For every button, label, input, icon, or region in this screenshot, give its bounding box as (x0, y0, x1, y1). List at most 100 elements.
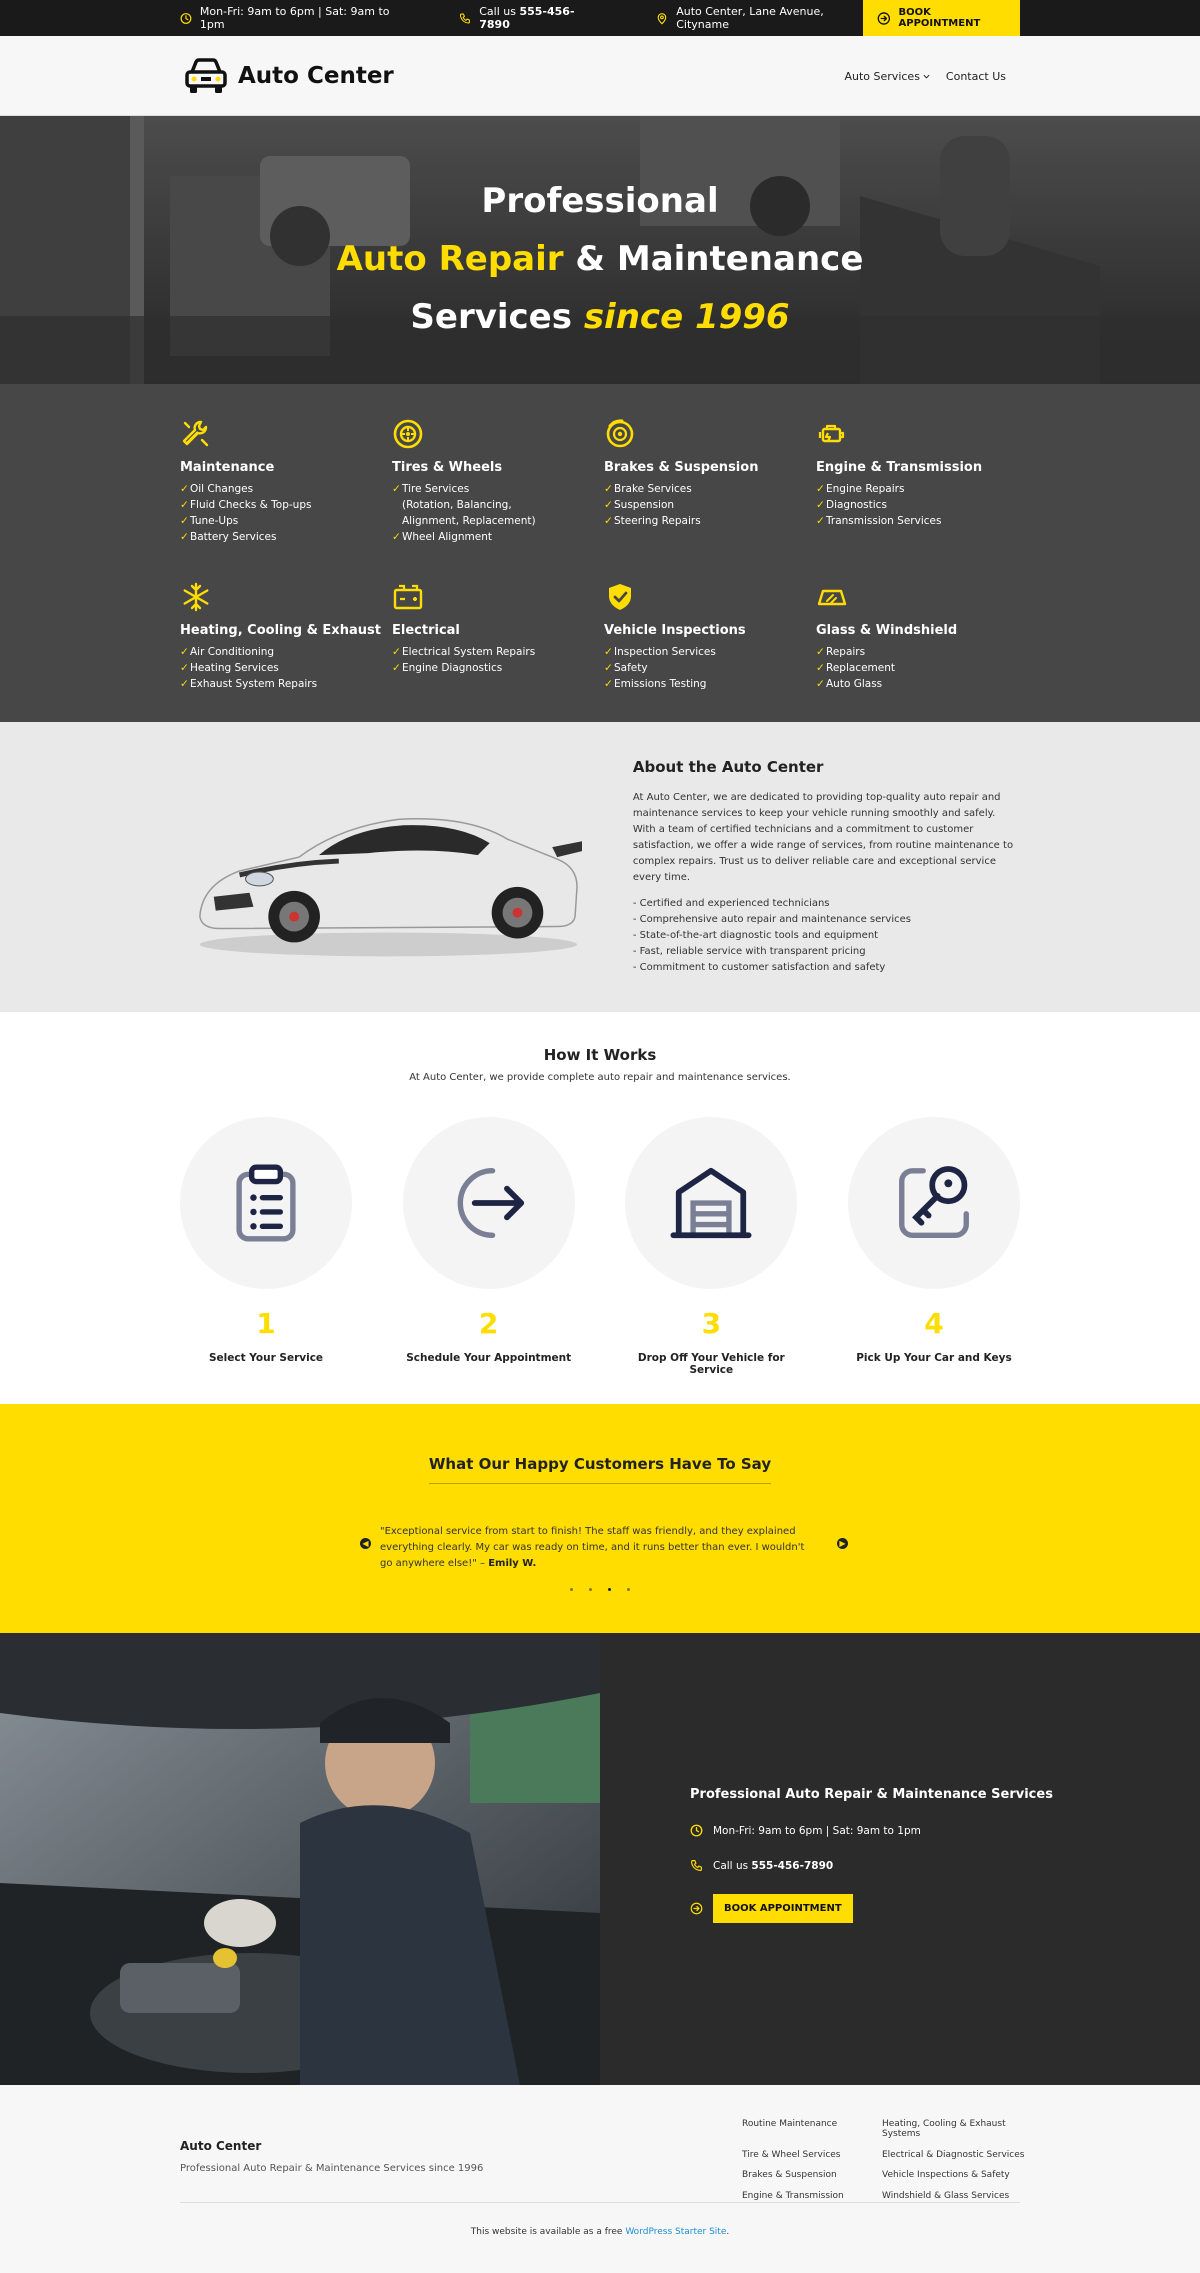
footer-tagline: Professional Auto Repair & Maintenance S… (180, 2163, 484, 2174)
footer-link[interactable]: Vehicle Inspections & Safety (882, 2170, 1032, 2182)
step-2-circle (402, 1117, 575, 1289)
address-info: Auto Center, Lane Avenue, Cityname (656, 5, 862, 31)
how-subtitle: At Auto Center, we provide complete auto… (409, 1072, 791, 1083)
windshield-icon (817, 589, 847, 606)
book-label: BOOK APPOINTMENT (898, 7, 981, 29)
main-nav: Auto Services Contact Us (845, 70, 1007, 83)
nav-contact-us[interactable]: Contact Us (946, 70, 1006, 83)
about-point: - Fast, reliable service with transparen… (632, 946, 866, 957)
slider-dot-4[interactable] (627, 1588, 630, 1591)
address-text: Auto Center, Lane Avenue, Cityname (676, 5, 824, 31)
service-title: Engine & Transmission (816, 460, 983, 475)
service-title: Vehicle Inspections (604, 623, 746, 638)
how-it-works-section: How It Works At Auto Center, we provide … (0, 1012, 1200, 1404)
phone-info[interactable]: Call us 555-456-7890 (459, 5, 594, 31)
quote-text: "Exceptional service from start to finis… (380, 1526, 805, 1569)
footer-link[interactable]: Engine & Transmission (742, 2191, 882, 2203)
slider-dot-2[interactable] (589, 1588, 592, 1591)
step-3: 3 Drop Off Your Vehicle for Service (625, 1117, 798, 1376)
service-item: Brake Services (604, 481, 816, 497)
car-logo-icon (185, 58, 227, 93)
service-item: Safety (604, 660, 816, 676)
snowflake-icon (183, 582, 209, 612)
service-item: Exhaust System Repairs (180, 676, 392, 692)
top-bar: Mon-Fri: 9am to 6pm | Sat: 9am to 1pm Ca… (0, 0, 1200, 36)
footer-link[interactable]: Windshield & Glass Services (882, 2191, 1032, 2203)
service-title: Glass & Windshield (816, 623, 958, 638)
quote-author: Emily W. (488, 1558, 537, 1569)
credit-link[interactable]: WordPress Starter Site (625, 2227, 726, 2237)
step-3-number: 3 (701, 1307, 722, 1340)
service-title: Brakes & Suspension (604, 460, 759, 475)
service-title: Maintenance (180, 460, 275, 475)
how-title: How It Works (543, 1046, 657, 1064)
about-section: About the Auto Center At Auto Center, we… (0, 722, 1200, 1012)
service-item: Wheel Alignment (392, 529, 604, 545)
service-tires-wheels: Tires & Wheels Tire Services (Rotation, Ba… (392, 418, 604, 545)
slider-dot-3[interactable] (608, 1588, 611, 1591)
clock-icon (690, 1824, 703, 1837)
service-item: Tune-Ups (180, 513, 392, 529)
hero-section: Professional Auto Repair & Maintenance S… (0, 116, 1200, 384)
wrench-icon (182, 420, 209, 447)
footer-link[interactable]: Brakes & Suspension (742, 2170, 882, 2182)
hero-line-1: Professional (481, 181, 719, 221)
book-appointment-button[interactable]: BOOK APPOINTMENT (862, 0, 1020, 36)
footer-link[interactable]: Electrical & Diagnostic Services (882, 2150, 1032, 2162)
service-brakes-suspension: Brakes & Suspension Brake ServicesSuspens… (604, 418, 816, 545)
cta-book-button[interactable]: BOOK APPOINTMENT (713, 1894, 853, 1923)
next-arrow-icon[interactable]: ▶ (837, 1538, 848, 1549)
cta-phone-number: 555-456-7890 (751, 1859, 834, 1872)
hero-line-2: Auto Repair & Maintenance (0, 230, 1200, 288)
hero-headline: Professional Auto Repair & Maintenance S… (0, 172, 1200, 346)
about-points-list: - Certified and experienced technicians -… (633, 896, 1020, 976)
credit-suffix: . (726, 2227, 730, 2237)
service-items: Electrical System RepairsEngine Diagnost… (392, 644, 604, 676)
footer-link[interactable]: Heating, Cooling & Exhaust Systems (882, 2119, 1032, 2141)
service-items: Oil ChangesFluid Checks & Top-upsTune-Up… (180, 481, 392, 545)
step-4-label: Pick Up Your Car and Keys (856, 1352, 1012, 1364)
nav-auto-services[interactable]: Auto Services (845, 70, 930, 83)
logo-text: Auto Center (238, 63, 394, 89)
footer-links: Routine Maintenance Heating, Cooling & Ex… (742, 2119, 1032, 2202)
prev-arrow-icon[interactable]: ◀ (360, 1538, 371, 1549)
service-heating-cooling-exhaust: Heating, Cooling & Exhaust Air Conditioni… (180, 581, 392, 692)
service-maintenance: Maintenance Oil ChangesFluid Checks & Top… (180, 418, 392, 545)
step-2-number: 2 (478, 1307, 499, 1340)
service-title: Tires & Wheels (392, 460, 503, 475)
cta-phone[interactable]: Call us 555-456-7890 (690, 1859, 1200, 1872)
service-item: Diagnostics (816, 497, 1028, 513)
step-3-circle (625, 1117, 798, 1289)
service-item: (Rotation, Balancing, (402, 499, 512, 511)
service-item: Alignment, Replacement) (402, 515, 536, 527)
mechanic-photo (0, 1633, 600, 2085)
hero-line-3: Services since 1996 (0, 288, 1200, 346)
garage-icon (670, 1167, 752, 1239)
service-item: Replacement (816, 660, 1028, 676)
sports-car-image (199, 818, 583, 957)
logo[interactable]: Auto Center (184, 56, 394, 96)
tire-icon (393, 419, 423, 449)
about-body: At Auto Center, we are dedicated to prov… (632, 792, 1014, 883)
service-item: Fluid Checks & Top-ups (180, 497, 392, 513)
phone-icon (691, 1860, 702, 1871)
step-1-number: 1 (256, 1307, 276, 1340)
service-item: Oil Changes (180, 481, 392, 497)
phone-text: Call us 555-456-7890 (479, 5, 594, 31)
step-2-label: Schedule Your Appointment (406, 1352, 572, 1364)
chevron-down-icon (923, 74, 930, 79)
hours-info: Mon-Fri: 9am to 6pm | Sat: 9am to 1pm (180, 5, 399, 31)
slider-dot-1[interactable] (570, 1588, 573, 1591)
footer-link[interactable]: Routine Maintenance (742, 2119, 882, 2141)
phone-icon (460, 13, 471, 23)
service-title: Electrical (392, 623, 460, 638)
service-item: Inspection Services (604, 644, 816, 660)
site-header: Auto Center Auto Services Contact Us (0, 36, 1200, 116)
footer-link[interactable]: Tire & Wheel Services (742, 2150, 882, 2162)
footer-top: Auto Center Professional Auto Repair & M… (180, 2119, 1024, 2203)
service-item: Suspension (604, 497, 816, 513)
footer-brand: Auto Center Professional Auto Repair & M… (180, 2119, 483, 2202)
service-item: Electrical System Repairs (392, 644, 604, 660)
about-point: - Commitment to customer satisfaction an… (632, 962, 886, 973)
hours-text: Mon-Fri: 9am to 6pm | Sat: 9am to 1pm (199, 5, 390, 31)
